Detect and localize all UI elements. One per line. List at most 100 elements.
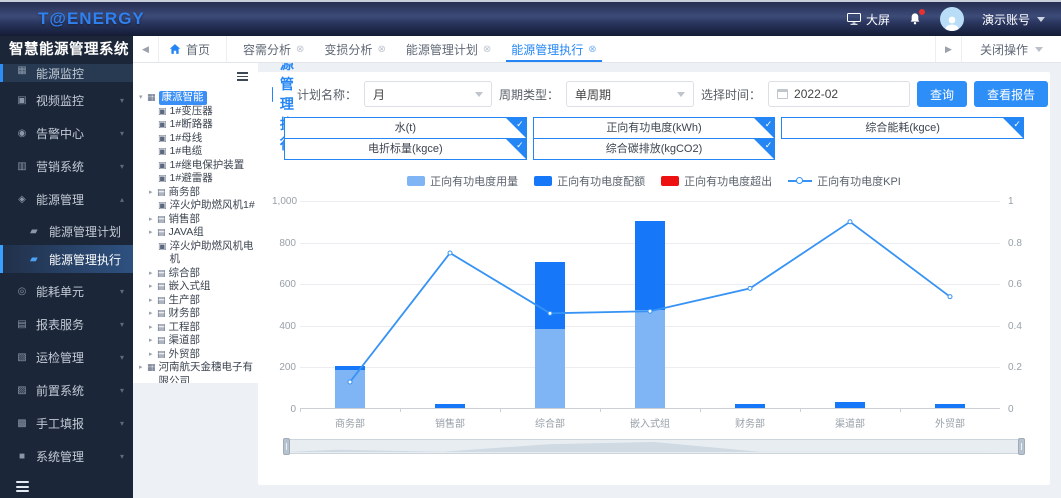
plan-name-select[interactable]: 月 xyxy=(364,81,492,107)
legend-item-quota[interactable]: 正向有功电度配额 xyxy=(534,173,645,189)
tree-node[interactable]: ▣1#断路器 xyxy=(137,118,256,132)
tab-2[interactable]: 能源管理计划⊗ xyxy=(396,36,501,62)
caret-right-icon[interactable]: ▸ xyxy=(149,213,157,227)
tree-node[interactable]: ▸▤渠道部 xyxy=(137,334,256,348)
close-operations-dropdown[interactable]: 关闭操作 xyxy=(961,36,1061,62)
tab-close-icon[interactable]: ⊗ xyxy=(296,44,304,55)
tree-node[interactable]: ▸▤财务部 xyxy=(137,307,256,321)
caret-right-icon[interactable]: ▸ xyxy=(139,361,147,375)
tree-node[interactable]: ▸▤销售部 xyxy=(137,213,256,227)
kpi-point[interactable] xyxy=(448,251,452,255)
caret-down-icon[interactable]: ▾ xyxy=(139,91,147,105)
tree-node[interactable]: ▣1#电缆 xyxy=(137,145,256,159)
tree-node[interactable]: ▣1#母线 xyxy=(137,132,256,146)
tab-1[interactable]: 变损分析⊗ xyxy=(314,36,395,62)
caret-right-icon[interactable]: ▸ xyxy=(149,267,157,281)
zoom-handle-left[interactable] xyxy=(283,438,290,455)
sidebar-item-9[interactable]: ▩手工填报▾ xyxy=(0,408,133,438)
metric-chip[interactable]: 正向有功电度(kWh)✓ xyxy=(533,117,776,139)
zoom-handle-right[interactable] xyxy=(1018,438,1025,455)
caret-right-icon[interactable]: ▸ xyxy=(149,294,157,308)
y-axis-left-tick: 200 xyxy=(272,362,296,373)
sidebar-item-2[interactable]: ◉告警中心▾ xyxy=(0,118,133,148)
legend-item-kpi[interactable]: 正向有功电度KPI xyxy=(788,173,901,189)
notifications-button[interactable] xyxy=(908,12,922,26)
kpi-point[interactable] xyxy=(848,220,852,224)
tree-node[interactable]: ▸▤JAVA组 xyxy=(137,226,256,240)
tree-node[interactable]: ▸▤外贸部 xyxy=(137,348,256,362)
tab-0[interactable]: 容需分析⊗ xyxy=(233,36,314,62)
sidebar-item-0[interactable]: ▦能源监控 xyxy=(0,64,133,82)
metric-chip[interactable]: 水(t)✓ xyxy=(284,117,527,139)
sidebar-subitem-1[interactable]: ▰能源管理执行 xyxy=(0,245,133,273)
caret-right-icon[interactable]: ▸ xyxy=(149,321,157,335)
x-axis-label: 渠道部 xyxy=(805,415,895,430)
tree-node[interactable]: ▸▤嵌入式组 xyxy=(137,280,256,294)
caret-right-icon[interactable]: ▸ xyxy=(149,186,157,200)
sidebar-item-10[interactable]: ■系统管理▾ xyxy=(0,441,133,471)
view-report-button[interactable]: 查看报告 xyxy=(974,81,1048,107)
tab-list: 容需分析⊗变损分析⊗能源管理计划⊗能源管理执行⊗ xyxy=(227,36,935,62)
sidebar-item-7[interactable]: ▧运检管理▾ xyxy=(0,342,133,372)
kpi-point[interactable] xyxy=(748,286,752,290)
kpi-point[interactable] xyxy=(648,309,652,313)
sidebar-item-1[interactable]: ▣视频监控▾ xyxy=(0,85,133,115)
sidebar-item-5[interactable]: ◎能耗单元▾ xyxy=(0,276,133,306)
period-type-select[interactable]: 单周期 xyxy=(566,81,694,107)
menu-collapse-button[interactable] xyxy=(16,481,133,492)
legend-item-overage[interactable]: 正向有功电度超出 xyxy=(661,173,772,189)
caret-right-icon[interactable]: ▸ xyxy=(149,280,157,294)
tabs-forward-button[interactable]: ▶ xyxy=(935,36,961,62)
chart-zoom-slider[interactable] xyxy=(284,439,1024,454)
tab-3[interactable]: 能源管理执行⊗ xyxy=(501,36,606,62)
tree-node[interactable]: ▾▦康派智能 xyxy=(137,91,256,105)
menu-item-icon: ◉ xyxy=(15,128,29,139)
tree-collapse-button[interactable] xyxy=(237,72,248,83)
x-axis-tick xyxy=(300,409,301,412)
tabs-back-button[interactable]: ◀ xyxy=(133,36,159,62)
metric-chip[interactable]: 综合碳排放(kgCO2)✓ xyxy=(533,138,776,160)
period-type-label: 周期类型： xyxy=(499,86,559,103)
tree-node-label: 外贸部 xyxy=(169,348,201,362)
tree-node[interactable]: ▸▤工程部 xyxy=(137,321,256,335)
menu-item-label: 运检管理 xyxy=(36,349,84,366)
tree-node[interactable]: ▣1#继电保护装置 xyxy=(137,159,256,173)
query-button[interactable]: 查询 xyxy=(917,81,967,107)
kpi-point[interactable] xyxy=(348,380,352,384)
account-menu[interactable]: 演示账号 xyxy=(982,11,1045,28)
dept-icon: ▤ xyxy=(157,186,166,200)
tree-node[interactable]: ▣淬火炉助燃风机电机 xyxy=(137,240,256,267)
chevron-down-icon: ▾ xyxy=(120,96,124,105)
sidebar-subitem-0[interactable]: ▰能源管理计划 xyxy=(0,217,133,245)
caret-right-icon[interactable]: ▸ xyxy=(149,226,157,240)
metric-chip[interactable]: 电折标量(kgce)✓ xyxy=(284,138,527,160)
energy-chart: 1,000800600400200010.80.60.40.20商务部销售部综合… xyxy=(274,197,1034,429)
caret-right-icon[interactable]: ▸ xyxy=(149,334,157,348)
tree-node[interactable]: ▸▤综合部 xyxy=(137,267,256,281)
sidebar-item-4[interactable]: ◈能源管理▴ xyxy=(0,184,133,214)
avatar[interactable] xyxy=(940,7,964,31)
sidebar-item-6[interactable]: ▤报表服务▾ xyxy=(0,309,133,339)
tree-node[interactable]: ▣1#变压器 xyxy=(137,105,256,119)
tree-node[interactable]: ▸▤生产部 xyxy=(137,294,256,308)
metric-chip[interactable]: 综合能耗(kgce)✓ xyxy=(781,117,1024,139)
tab-home[interactable]: 首页 xyxy=(159,36,227,62)
sidebar-item-3[interactable]: ▥营销系统▾ xyxy=(0,151,133,181)
legend-item-usage[interactable]: 正向有功电度用量 xyxy=(407,173,518,189)
kpi-point[interactable] xyxy=(948,295,952,299)
tab-close-icon[interactable]: ⊗ xyxy=(483,44,491,55)
tree-node[interactable]: ▸▦河南航天金穗电子有限公司 xyxy=(137,361,256,383)
tree-node[interactable]: ▸▤商务部 xyxy=(137,186,256,200)
sidebar-item-8[interactable]: ▨前置系统▾ xyxy=(0,375,133,405)
app-logo: T@ENERGY xyxy=(38,9,145,29)
big-screen-button[interactable]: 大屏 xyxy=(847,11,890,28)
kpi-line[interactable] xyxy=(300,201,1000,409)
caret-right-icon[interactable]: ▸ xyxy=(149,307,157,321)
tab-close-icon[interactable]: ⊗ xyxy=(377,44,385,55)
caret-right-icon[interactable]: ▸ xyxy=(149,348,157,362)
time-picker-input[interactable]: 2022-02 xyxy=(768,81,910,107)
kpi-point[interactable] xyxy=(548,311,552,315)
tree-node[interactable]: ▣淬火炉助燃风机1# xyxy=(137,199,256,213)
tree-node[interactable]: ▣1#避雷器 xyxy=(137,172,256,186)
tab-close-icon[interactable]: ⊗ xyxy=(588,44,596,55)
